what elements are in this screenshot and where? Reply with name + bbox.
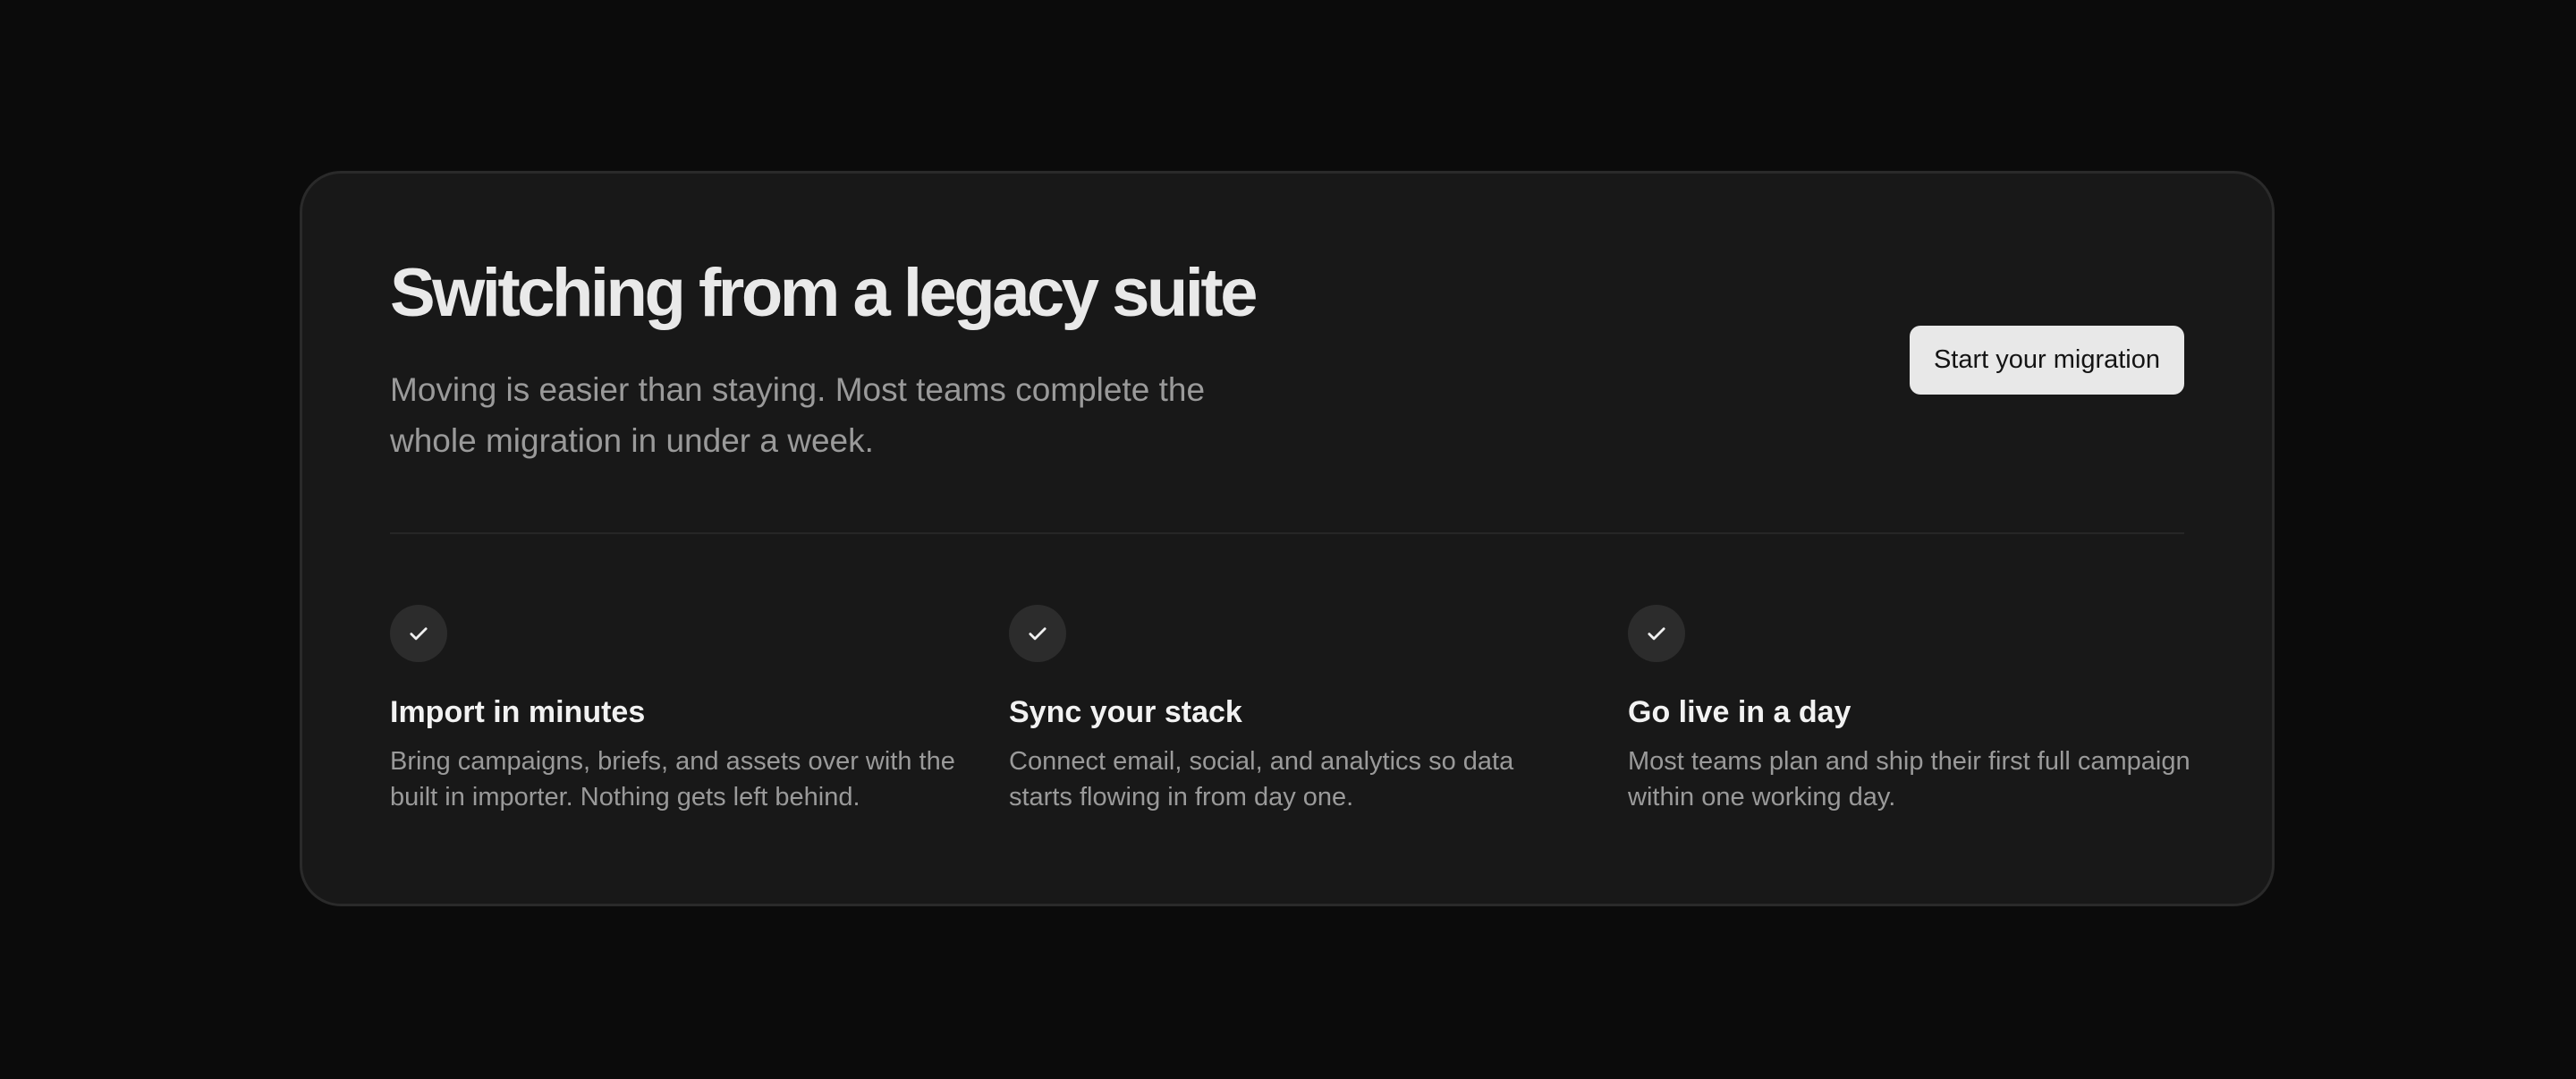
section-divider: [390, 532, 2184, 534]
feature-description: Bring campaigns, briefs, and assets over…: [390, 746, 955, 811]
feature-go-live: Go live in a day Most teams plan and shi…: [1628, 605, 2200, 815]
check-icon: [1628, 605, 1685, 662]
section-title: Switching from a legacy suite: [390, 255, 1258, 331]
start-migration-button[interactable]: Start your migration: [1910, 326, 2184, 395]
migration-card-content: Switching from a legacy suite Moving is …: [390, 174, 2190, 904]
feature-description: Most teams plan and ship their first ful…: [1628, 746, 2190, 811]
migration-card: Switching from a legacy suite Moving is …: [300, 171, 2275, 906]
feature-import: Import in minutes Bring campaigns, brief…: [390, 605, 962, 815]
section-subtitle: Moving is easier than staying. Most team…: [390, 371, 1206, 459]
check-icon: [390, 605, 447, 662]
feature-description: Connect email, social, and analytics so …: [1009, 746, 1514, 811]
feature-title: Sync your stack: [1009, 695, 1242, 729]
check-icon: [1009, 605, 1066, 662]
feature-title: Import in minutes: [390, 695, 646, 729]
feature-sync: Sync your stack Connect email, social, a…: [1009, 605, 1581, 815]
feature-title: Go live in a day: [1628, 695, 1852, 729]
